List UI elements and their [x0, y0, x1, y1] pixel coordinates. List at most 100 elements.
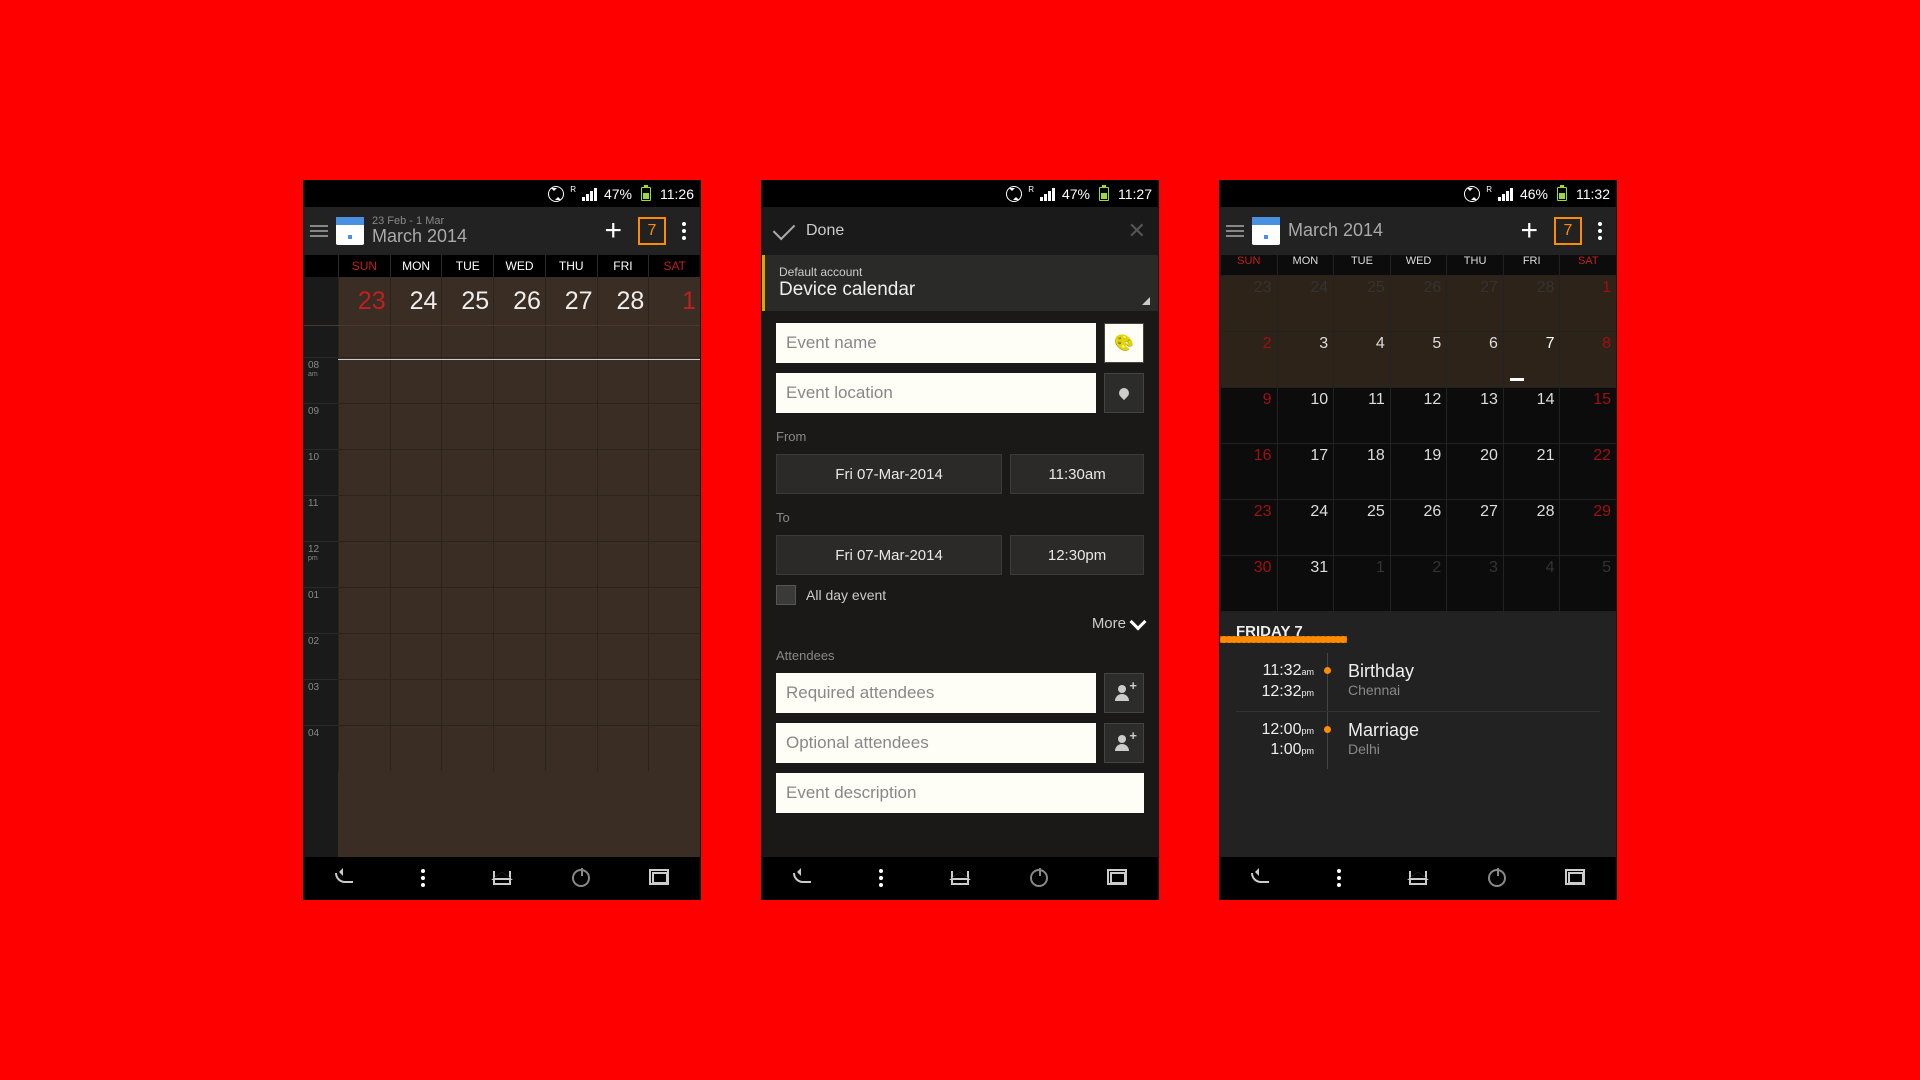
month-cell[interactable]: 15	[1559, 387, 1616, 443]
event-description-input[interactable]	[776, 773, 1144, 813]
today-button[interactable]: 7	[638, 217, 666, 245]
back-button[interactable]	[790, 866, 814, 890]
month-cell[interactable]: 23	[1220, 499, 1277, 555]
month-cell[interactable]: 1	[1559, 275, 1616, 331]
event-name-input[interactable]	[776, 323, 1096, 363]
color-palette-button[interactable]: 🎨	[1104, 323, 1144, 363]
recent-apps-button[interactable]	[1564, 866, 1588, 890]
home-button[interactable]	[490, 866, 514, 890]
month-cell[interactable]: 13	[1446, 387, 1503, 443]
all-day-checkbox[interactable]	[776, 585, 796, 605]
month-cell[interactable]: 24	[1277, 499, 1334, 555]
header-title[interactable]: March 2014	[1288, 221, 1504, 241]
recent-apps-button[interactable]	[1106, 866, 1130, 890]
month-cell[interactable]: 10	[1277, 387, 1334, 443]
date-cell[interactable]: 1	[648, 277, 700, 325]
month-cell[interactable]: 5	[1559, 555, 1616, 611]
close-icon[interactable]: ✕	[1128, 218, 1146, 244]
month-cell[interactable]: 3	[1446, 555, 1503, 611]
nav-menu-icon[interactable]	[869, 866, 893, 890]
overflow-menu-icon[interactable]	[1590, 222, 1610, 240]
month-cell[interactable]: 19	[1390, 443, 1447, 499]
month-cell[interactable]: 21	[1503, 443, 1560, 499]
month-cell[interactable]: 5	[1390, 331, 1447, 387]
more-toggle[interactable]: More	[776, 615, 1144, 632]
agenda-item[interactable]: 11:32am12:32pmBirthdayChennai	[1236, 653, 1600, 711]
agenda-item[interactable]: 12:00pm1:00pmMarriageDelhi	[1236, 711, 1600, 770]
month-cell[interactable]: 24	[1277, 275, 1334, 331]
from-date-button[interactable]: Fri 07-Mar-2014	[776, 454, 1002, 494]
add-event-button[interactable]: +	[1512, 214, 1546, 248]
month-cell[interactable]: 29	[1559, 499, 1616, 555]
calendar-app-icon[interactable]	[336, 217, 364, 245]
from-time-button[interactable]: 11:30am	[1010, 454, 1144, 494]
hour-grid[interactable]: 08am09101112pm01020304	[304, 357, 700, 857]
location-pin-button[interactable]	[1104, 373, 1144, 413]
recent-apps-button[interactable]	[648, 866, 672, 890]
month-cell[interactable]: 4	[1503, 555, 1560, 611]
month-cell[interactable]: 16	[1220, 443, 1277, 499]
month-cell[interactable]: 18	[1333, 443, 1390, 499]
month-cell[interactable]: 9	[1220, 387, 1277, 443]
to-date-button[interactable]: Fri 07-Mar-2014	[776, 535, 1002, 575]
month-cell[interactable]: 7	[1503, 331, 1560, 387]
roaming-icon: R	[1028, 185, 1034, 194]
date-cell[interactable]: 23	[338, 277, 390, 325]
month-cell[interactable]: 27	[1446, 275, 1503, 331]
date-cell[interactable]: 26	[493, 277, 545, 325]
month-cell[interactable]: 12	[1390, 387, 1447, 443]
back-button[interactable]	[1248, 866, 1272, 890]
month-cell[interactable]: 26	[1390, 275, 1447, 331]
power-button[interactable]	[569, 866, 593, 890]
month-cell[interactable]: 30	[1220, 555, 1277, 611]
month-cell[interactable]: 25	[1333, 499, 1390, 555]
home-button[interactable]	[1406, 866, 1430, 890]
month-cell[interactable]: 3	[1277, 331, 1334, 387]
event-location-input[interactable]	[776, 373, 1096, 413]
month-cell[interactable]: 28	[1503, 275, 1560, 331]
menu-icon[interactable]	[310, 225, 328, 237]
date-cell[interactable]: 28	[597, 277, 649, 325]
menu-icon[interactable]	[1226, 225, 1244, 237]
month-cell[interactable]: 6	[1446, 331, 1503, 387]
month-cell[interactable]: 26	[1390, 499, 1447, 555]
header-title[interactable]: 23 Feb - 1 Mar March 2014	[372, 215, 588, 247]
month-cell[interactable]: 31	[1277, 555, 1334, 611]
month-cell[interactable]: 22	[1559, 443, 1616, 499]
calendar-app-icon[interactable]	[1252, 217, 1280, 245]
month-cell[interactable]: 2	[1390, 555, 1447, 611]
nav-menu-icon[interactable]	[1327, 866, 1351, 890]
month-cell[interactable]: 23	[1220, 275, 1277, 331]
power-button[interactable]	[1485, 866, 1509, 890]
month-cell[interactable]: 8	[1559, 331, 1616, 387]
to-time-button[interactable]: 12:30pm	[1010, 535, 1144, 575]
back-button[interactable]	[332, 866, 356, 890]
optional-attendees-input[interactable]	[776, 723, 1096, 763]
month-cell[interactable]: 25	[1333, 275, 1390, 331]
power-button[interactable]	[1027, 866, 1051, 890]
required-attendees-input[interactable]	[776, 673, 1096, 713]
overflow-menu-icon[interactable]	[674, 222, 694, 240]
month-cell[interactable]: 14	[1503, 387, 1560, 443]
add-optional-button[interactable]: +	[1104, 723, 1144, 763]
month-cell[interactable]: 20	[1446, 443, 1503, 499]
add-event-button[interactable]: +	[596, 214, 630, 248]
day-wed: WED	[493, 255, 545, 277]
month-cell[interactable]: 4	[1333, 331, 1390, 387]
check-icon[interactable]	[773, 218, 796, 241]
done-label[interactable]: Done	[806, 222, 844, 240]
month-cell[interactable]: 17	[1277, 443, 1334, 499]
month-cell[interactable]: 28	[1503, 499, 1560, 555]
add-required-button[interactable]: +	[1104, 673, 1144, 713]
month-cell[interactable]: 27	[1446, 499, 1503, 555]
account-selector[interactable]: Default account Device calendar	[762, 255, 1158, 311]
today-button[interactable]: 7	[1554, 217, 1582, 245]
date-cell[interactable]: 25	[441, 277, 493, 325]
month-cell[interactable]: 11	[1333, 387, 1390, 443]
month-cell[interactable]: 2	[1220, 331, 1277, 387]
date-cell[interactable]: 24	[390, 277, 442, 325]
home-button[interactable]	[948, 866, 972, 890]
date-cell[interactable]: 27	[545, 277, 597, 325]
month-cell[interactable]: 1	[1333, 555, 1390, 611]
nav-menu-icon[interactable]	[411, 866, 435, 890]
